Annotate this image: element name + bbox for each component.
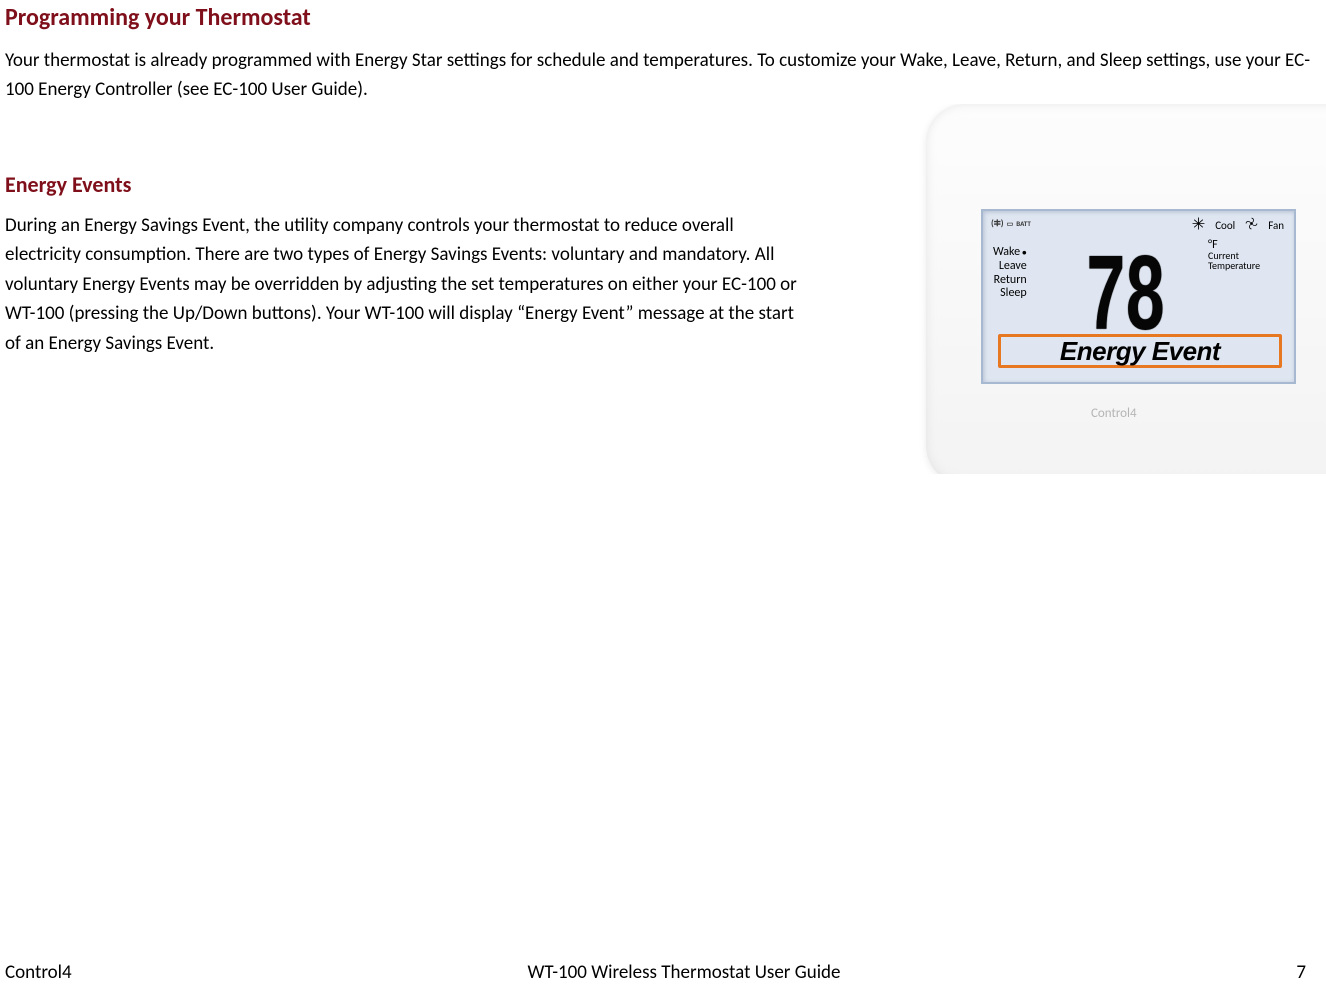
battery-icon: ▭ xyxy=(1007,219,1014,230)
schedule-wake: Wake xyxy=(993,246,1027,260)
status-icons: (ⵐ) ▭ BATT xyxy=(991,217,1031,231)
section-para-energy-events: During an Energy Savings Event, the util… xyxy=(5,211,805,358)
cool-label: Cool xyxy=(1215,218,1235,235)
signal-icon: (ⵐ) xyxy=(991,217,1004,231)
energy-event-banner: Energy Event xyxy=(998,334,1282,368)
page-footer: Control4 WT-100 Wireless Thermostat User… xyxy=(5,959,1306,988)
mode-indicators: Cool Fan xyxy=(1192,217,1284,236)
schedule-list: Wake Leave Return Sleep xyxy=(993,246,1027,301)
schedule-return: Return xyxy=(993,274,1027,288)
snowflake-icon xyxy=(1192,217,1205,236)
fan-label: Fan xyxy=(1268,218,1284,235)
brand-label: Control4 xyxy=(1091,404,1137,424)
schedule-leave: Leave xyxy=(993,260,1027,274)
section-para-programming: Your thermostat is already programmed wi… xyxy=(5,46,1321,105)
text-column: Energy Events During an Energy Savings E… xyxy=(5,113,805,366)
footer-left: Control4 xyxy=(5,959,72,988)
section-heading-programming: Programming your Thermostat xyxy=(5,0,1321,36)
schedule-sleep: Sleep xyxy=(993,287,1027,301)
battery-label: BATT xyxy=(1016,219,1031,230)
fan-icon xyxy=(1245,217,1258,236)
thermostat-device: (ⵐ) ▭ BATT Cool Fan Wake Leave Return Sl… xyxy=(926,104,1326,474)
footer-center: WT-100 Wireless Thermostat User Guide xyxy=(528,959,841,988)
section-heading-energy-events: Energy Events xyxy=(5,168,805,201)
thermostat-image: (ⵐ) ▭ BATT Cool Fan Wake Leave Return Sl… xyxy=(896,104,1326,474)
footer-page-number: 7 xyxy=(1296,959,1306,988)
current-temp-label: Current Temperature xyxy=(1208,251,1260,271)
thermostat-screen: (ⵐ) ▭ BATT Cool Fan Wake Leave Return Sl… xyxy=(981,209,1296,384)
